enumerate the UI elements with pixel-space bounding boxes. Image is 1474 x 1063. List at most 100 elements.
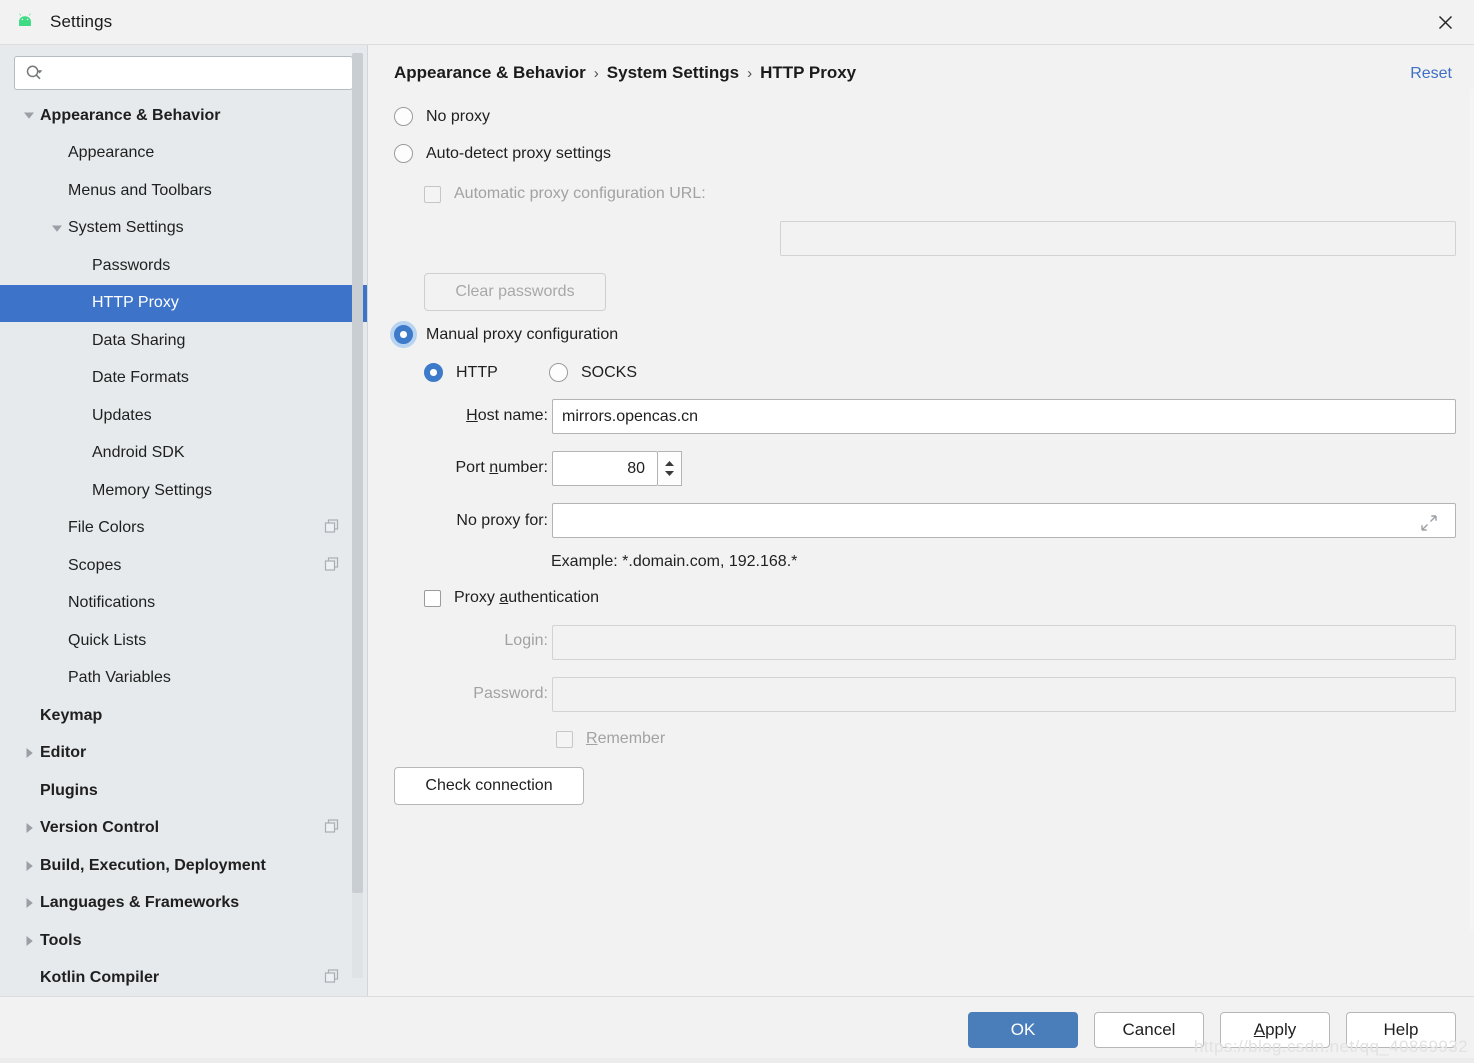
- sidebar-item-appearance[interactable]: Appearance: [0, 135, 367, 173]
- sidebar-item-data-sharing[interactable]: Data Sharing: [0, 322, 367, 360]
- sidebar-item-label: Appearance: [68, 144, 155, 162]
- login-input[interactable]: [552, 625, 1456, 660]
- sidebar-item-label: Date Formats: [92, 369, 189, 387]
- sidebar-scrollbar-track[interactable]: [352, 53, 363, 978]
- expand-arrows-icon[interactable]: [1419, 513, 1439, 533]
- pac-url-input[interactable]: [780, 221, 1456, 256]
- copy-settings-icon[interactable]: [324, 969, 339, 988]
- no-proxy-for-input[interactable]: [552, 503, 1456, 538]
- stepper-up-icon[interactable]: [664, 460, 675, 467]
- window-title: Settings: [50, 12, 113, 31]
- sidebar-item-passwords[interactable]: Passwords: [0, 247, 367, 285]
- pac-url-checkbox[interactable]: [424, 185, 441, 203]
- chevron-right-icon[interactable]: [18, 747, 40, 759]
- sidebar-item-editor[interactable]: Editor: [0, 735, 367, 773]
- cancel-button[interactable]: Cancel: [1094, 1012, 1204, 1048]
- auto-detect-option[interactable]: Auto-detect proxy settings: [394, 144, 611, 163]
- http-option[interactable]: HTTP: [424, 363, 498, 382]
- proxy-authentication-label: Proxy authentication: [454, 589, 599, 606]
- sidebar-item-appearance-behavior[interactable]: Appearance & Behavior: [0, 97, 367, 135]
- sidebar-item-path-variables[interactable]: Path Variables: [0, 660, 367, 698]
- sidebar-item-label: Menus and Toolbars: [68, 181, 212, 199]
- apply-button[interactable]: Apply: [1220, 1012, 1330, 1048]
- sidebar-item-tools[interactable]: Tools: [0, 922, 367, 960]
- sidebar-scrollbar-thumb[interactable]: [352, 53, 363, 893]
- right-window-bleed: [1470, 89, 1474, 930]
- sidebar-item-label: Kotlin Compiler: [40, 969, 160, 987]
- clear-passwords-button[interactable]: Clear passwords: [424, 273, 606, 311]
- pac-url-row: Automatic proxy configuration URL:: [424, 185, 706, 203]
- remember-checkbox[interactable]: [556, 730, 573, 748]
- sidebar-item-http-proxy[interactable]: HTTP Proxy: [0, 284, 367, 322]
- sidebar-item-menus-and-toolbars[interactable]: Menus and Toolbars: [0, 172, 367, 210]
- sidebar-item-android-sdk[interactable]: Android SDK: [0, 435, 367, 473]
- port-number-stepper[interactable]: [658, 451, 682, 486]
- copy-settings-icon[interactable]: [324, 819, 339, 838]
- proxy-authentication-checkbox[interactable]: [424, 589, 441, 607]
- http-proxy-panel: Appearance & Behavior › System Settings › HT…: [368, 45, 1474, 996]
- search-input[interactable]: [51, 64, 344, 82]
- host-name-input[interactable]: [552, 399, 1456, 434]
- chevron-down-icon[interactable]: [46, 224, 68, 233]
- sidebar-item-version-control[interactable]: Version Control: [0, 810, 367, 848]
- remember-option[interactable]: Remember: [556, 730, 665, 748]
- sidebar-item-label: Version Control: [40, 819, 160, 837]
- chevron-right-icon[interactable]: [18, 860, 40, 872]
- sidebar-item-notifications[interactable]: Notifications: [0, 585, 367, 623]
- sidebar-item-plugins[interactable]: Plugins: [0, 772, 367, 810]
- check-connection-button[interactable]: Check connection: [394, 767, 584, 805]
- no-proxy-for-label: No proxy for:: [456, 512, 548, 529]
- sidebar-item-label: Quick Lists: [68, 631, 147, 649]
- auto-detect-radio[interactable]: [394, 144, 413, 163]
- remember-label: Remember: [586, 730, 666, 747]
- chevron-right-icon[interactable]: [18, 822, 40, 834]
- sidebar-item-keymap[interactable]: Keymap: [0, 697, 367, 735]
- sidebar-item-label: Updates: [92, 406, 152, 424]
- search-area: [0, 45, 367, 99]
- sidebar-item-label: Appearance & Behavior: [40, 106, 221, 124]
- port-number-input[interactable]: [552, 451, 658, 486]
- sidebar-item-label: Scopes: [68, 556, 122, 574]
- sidebar-item-kotlin-compiler[interactable]: Kotlin Compiler: [0, 960, 367, 997]
- settings-tree[interactable]: Appearance & Behavior Appearance Menus and…: [0, 97, 367, 996]
- bottom-window-bleed: [0, 1058, 1474, 1063]
- chevron-right-icon[interactable]: [18, 897, 40, 909]
- dialog-content: Appearance & Behavior Appearance Menus and…: [0, 44, 1474, 996]
- manual-proxy-radio[interactable]: [394, 325, 413, 344]
- no-proxy-radio[interactable]: [394, 107, 413, 126]
- host-name-label: Host name:: [466, 407, 548, 424]
- close-icon[interactable]: [1416, 0, 1474, 44]
- sidebar-item-system-settings[interactable]: System Settings: [0, 210, 367, 248]
- password-input[interactable]: [552, 677, 1456, 712]
- sidebar-item-scopes[interactable]: Scopes: [0, 547, 367, 585]
- chevron-down-icon[interactable]: [18, 111, 40, 120]
- reset-link[interactable]: Reset: [1410, 65, 1452, 83]
- search-box[interactable]: [14, 56, 353, 90]
- sidebar-item-memory-settings[interactable]: Memory Settings: [0, 472, 367, 510]
- close-glyph: [1438, 15, 1452, 29]
- manual-proxy-option[interactable]: Manual proxy configuration: [394, 325, 618, 344]
- no-proxy-label: No proxy: [426, 107, 491, 125]
- ok-button[interactable]: OK: [968, 1012, 1078, 1048]
- http-radio[interactable]: [424, 363, 443, 382]
- android-icon: [19, 13, 31, 27]
- breadcrumb-part-3: HTTP Proxy: [760, 63, 857, 82]
- sidebar-item-build-execution-deployment[interactable]: Build, Execution, Deployment: [0, 847, 367, 885]
- proxy-authentication-option[interactable]: Proxy authentication: [424, 589, 599, 607]
- no-proxy-option[interactable]: No proxy: [394, 107, 490, 126]
- sidebar-item-quick-lists[interactable]: Quick Lists: [0, 622, 367, 660]
- copy-settings-icon[interactable]: [324, 556, 339, 575]
- copy-settings-icon[interactable]: [324, 519, 339, 538]
- socks-radio[interactable]: [549, 363, 568, 382]
- auto-detect-label: Auto-detect proxy settings: [426, 144, 611, 162]
- stepper-down-icon[interactable]: [664, 470, 675, 477]
- breadcrumb-separator-1: ›: [593, 65, 599, 82]
- sidebar-item-label: Tools: [40, 931, 82, 949]
- sidebar-item-file-colors[interactable]: File Colors: [0, 510, 367, 548]
- sidebar-item-languages-frameworks[interactable]: Languages & Frameworks: [0, 885, 367, 923]
- sidebar-item-updates[interactable]: Updates: [0, 397, 367, 435]
- help-button[interactable]: Help: [1346, 1012, 1456, 1048]
- sidebar-item-date-formats[interactable]: Date Formats: [0, 360, 367, 398]
- socks-option[interactable]: SOCKS: [549, 363, 637, 382]
- chevron-right-icon[interactable]: [18, 935, 40, 947]
